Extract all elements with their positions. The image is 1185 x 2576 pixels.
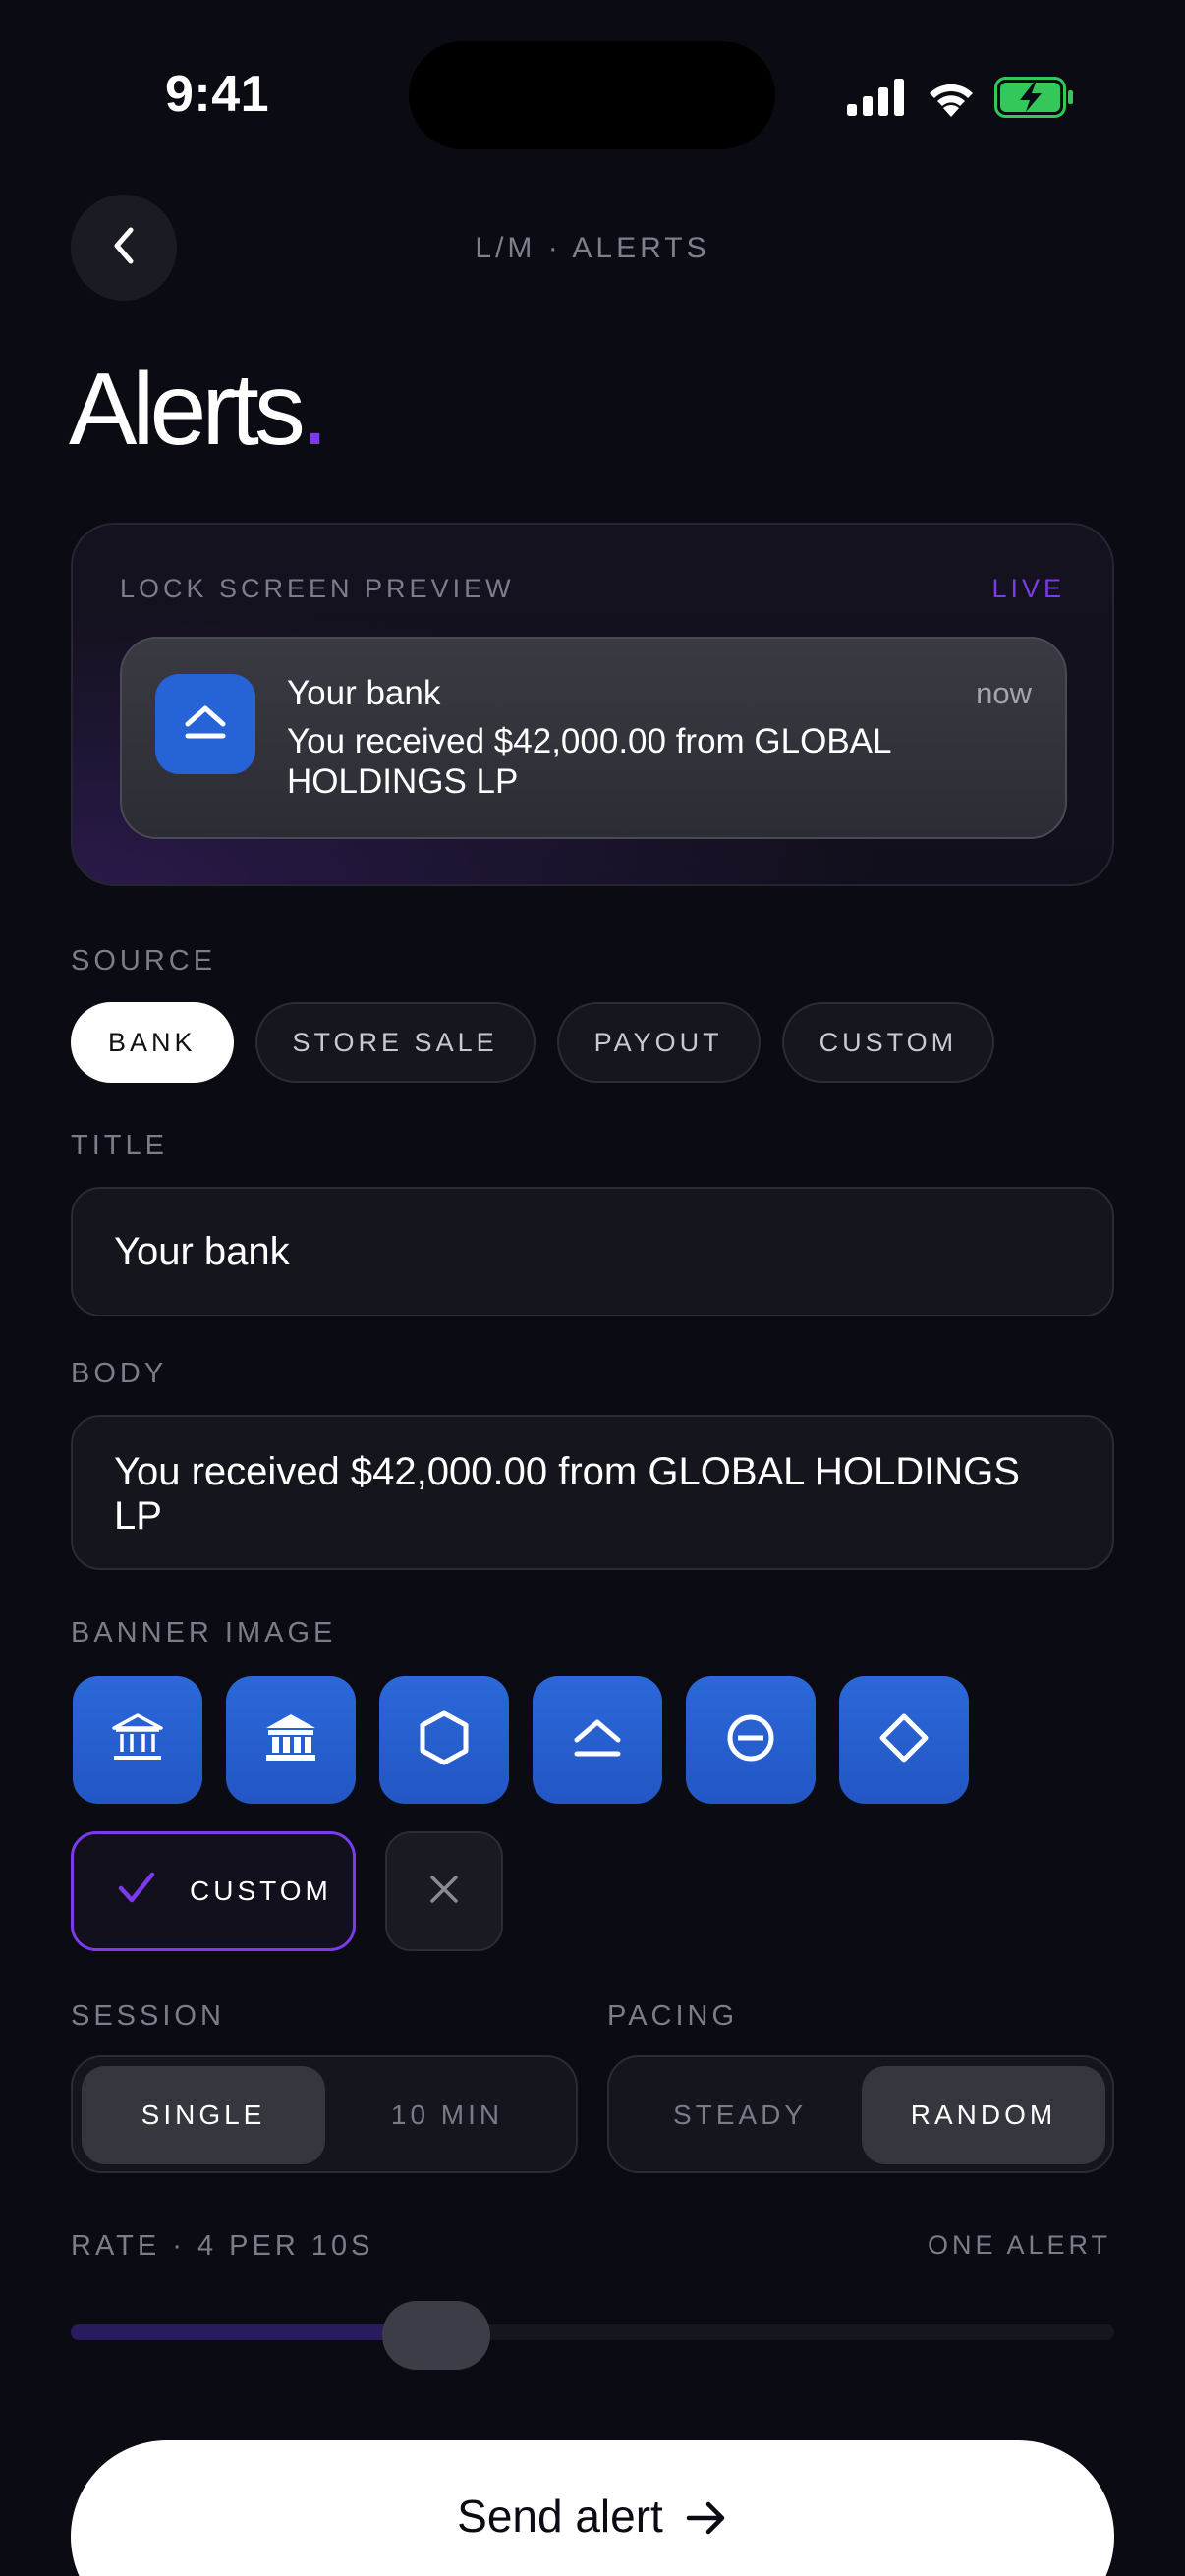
session-option-10-min[interactable]: 10 MIN: [325, 2066, 569, 2164]
notification-time: now: [976, 676, 1032, 710]
banner-option-hexagon[interactable]: [379, 1676, 509, 1804]
banner-option-eject[interactable]: [533, 1676, 662, 1804]
status-icons: [847, 73, 1075, 122]
custom-banner-button[interactable]: CUSTOM: [71, 1831, 356, 1951]
banner-image-label: BANNER IMAGE: [71, 1617, 337, 1649]
page-title-text: Alerts: [69, 353, 306, 467]
page-title: Alerts.: [69, 352, 329, 469]
page-title-dot: .: [300, 353, 329, 467]
session-label: SESSION: [71, 2000, 225, 2032]
notification-app-icon: [155, 674, 255, 774]
body-input[interactable]: You received $42,000.00 from GLOBAL HOLD…: [71, 1415, 1114, 1570]
session-segmented-control: SINGLE 10 MIN: [71, 2055, 578, 2173]
pacing-segmented-control: STEADY RANDOM: [607, 2055, 1114, 2173]
source-chip-store-sale[interactable]: STORE SALE: [254, 1002, 536, 1083]
title-input[interactable]: Your bank: [71, 1187, 1114, 1316]
alerts-screen: 9:41 L/M · ALERTS Alerts. LOCK SCREEN PR…: [0, 0, 1185, 2576]
cellular-signal-icon: [847, 79, 906, 116]
close-icon: [428, 1874, 460, 1910]
send-alert-label: Send alert: [457, 2491, 663, 2542]
checkmark-icon: [117, 1871, 156, 1913]
pacing-label: PACING: [607, 2000, 739, 2032]
banner-icon-picker: [73, 1676, 969, 1804]
dynamic-island: [409, 41, 775, 149]
lock-screen-preview-card: LOCK SCREEN PREVIEW LIVE Your bank now Y…: [71, 523, 1114, 886]
source-chip-bank[interactable]: BANK: [71, 1002, 234, 1083]
notification-preview: Your bank now You received $42,000.00 fr…: [120, 637, 1067, 839]
title-label: TITLE: [71, 1130, 168, 1161]
body-label: BODY: [71, 1358, 168, 1389]
preview-label: LOCK SCREEN PREVIEW: [120, 574, 515, 603]
bank-bold-icon: [263, 1710, 318, 1770]
rate-value-label: ONE ALERT: [927, 2230, 1111, 2260]
hexagon-icon: [417, 1708, 472, 1772]
status-time: 9:41: [165, 66, 270, 123]
nav-title: L/M · ALERTS: [475, 232, 710, 264]
eject-icon: [181, 702, 230, 747]
custom-banner-label: CUSTOM: [190, 1876, 332, 1906]
rate-slider-track[interactable]: [71, 2324, 1114, 2340]
pacing-option-random[interactable]: RANDOM: [862, 2066, 1105, 2164]
diamond-icon: [875, 1709, 932, 1771]
pacing-option-steady[interactable]: STEADY: [618, 2066, 862, 2164]
live-badge: LIVE: [991, 574, 1065, 603]
banner-option-bank-bold[interactable]: [226, 1676, 356, 1804]
minus-circle-icon: [723, 1710, 778, 1770]
source-chips: BANK STORE SALE PAYOUT CUSTOM: [71, 1002, 995, 1083]
notification-body: You received $42,000.00 from GLOBAL HOLD…: [287, 722, 891, 801]
arrow-right-icon: [685, 2490, 728, 2576]
bank-icon: [110, 1710, 165, 1770]
banner-option-minus-circle[interactable]: [686, 1676, 816, 1804]
source-chip-payout[interactable]: PAYOUT: [556, 1002, 761, 1083]
banner-option-diamond[interactable]: [839, 1676, 969, 1804]
rate-label: RATE · 4 PER 10S: [71, 2230, 374, 2262]
source-chip-custom[interactable]: CUSTOM: [781, 1002, 995, 1083]
banner-option-bank[interactable]: [73, 1676, 202, 1804]
clear-banner-button[interactable]: [385, 1831, 503, 1951]
session-option-single[interactable]: SINGLE: [82, 2066, 325, 2164]
rate-slider-thumb[interactable]: [381, 2301, 490, 2370]
source-label: SOURCE: [71, 945, 217, 977]
notification-title: Your bank: [287, 674, 441, 712]
battery-charging-icon: [994, 77, 1075, 118]
eject-icon: [569, 1715, 626, 1765]
rate-slider-fill: [71, 2324, 436, 2340]
send-alert-button[interactable]: Send alert: [71, 2440, 1114, 2576]
wifi-icon: [926, 78, 977, 117]
